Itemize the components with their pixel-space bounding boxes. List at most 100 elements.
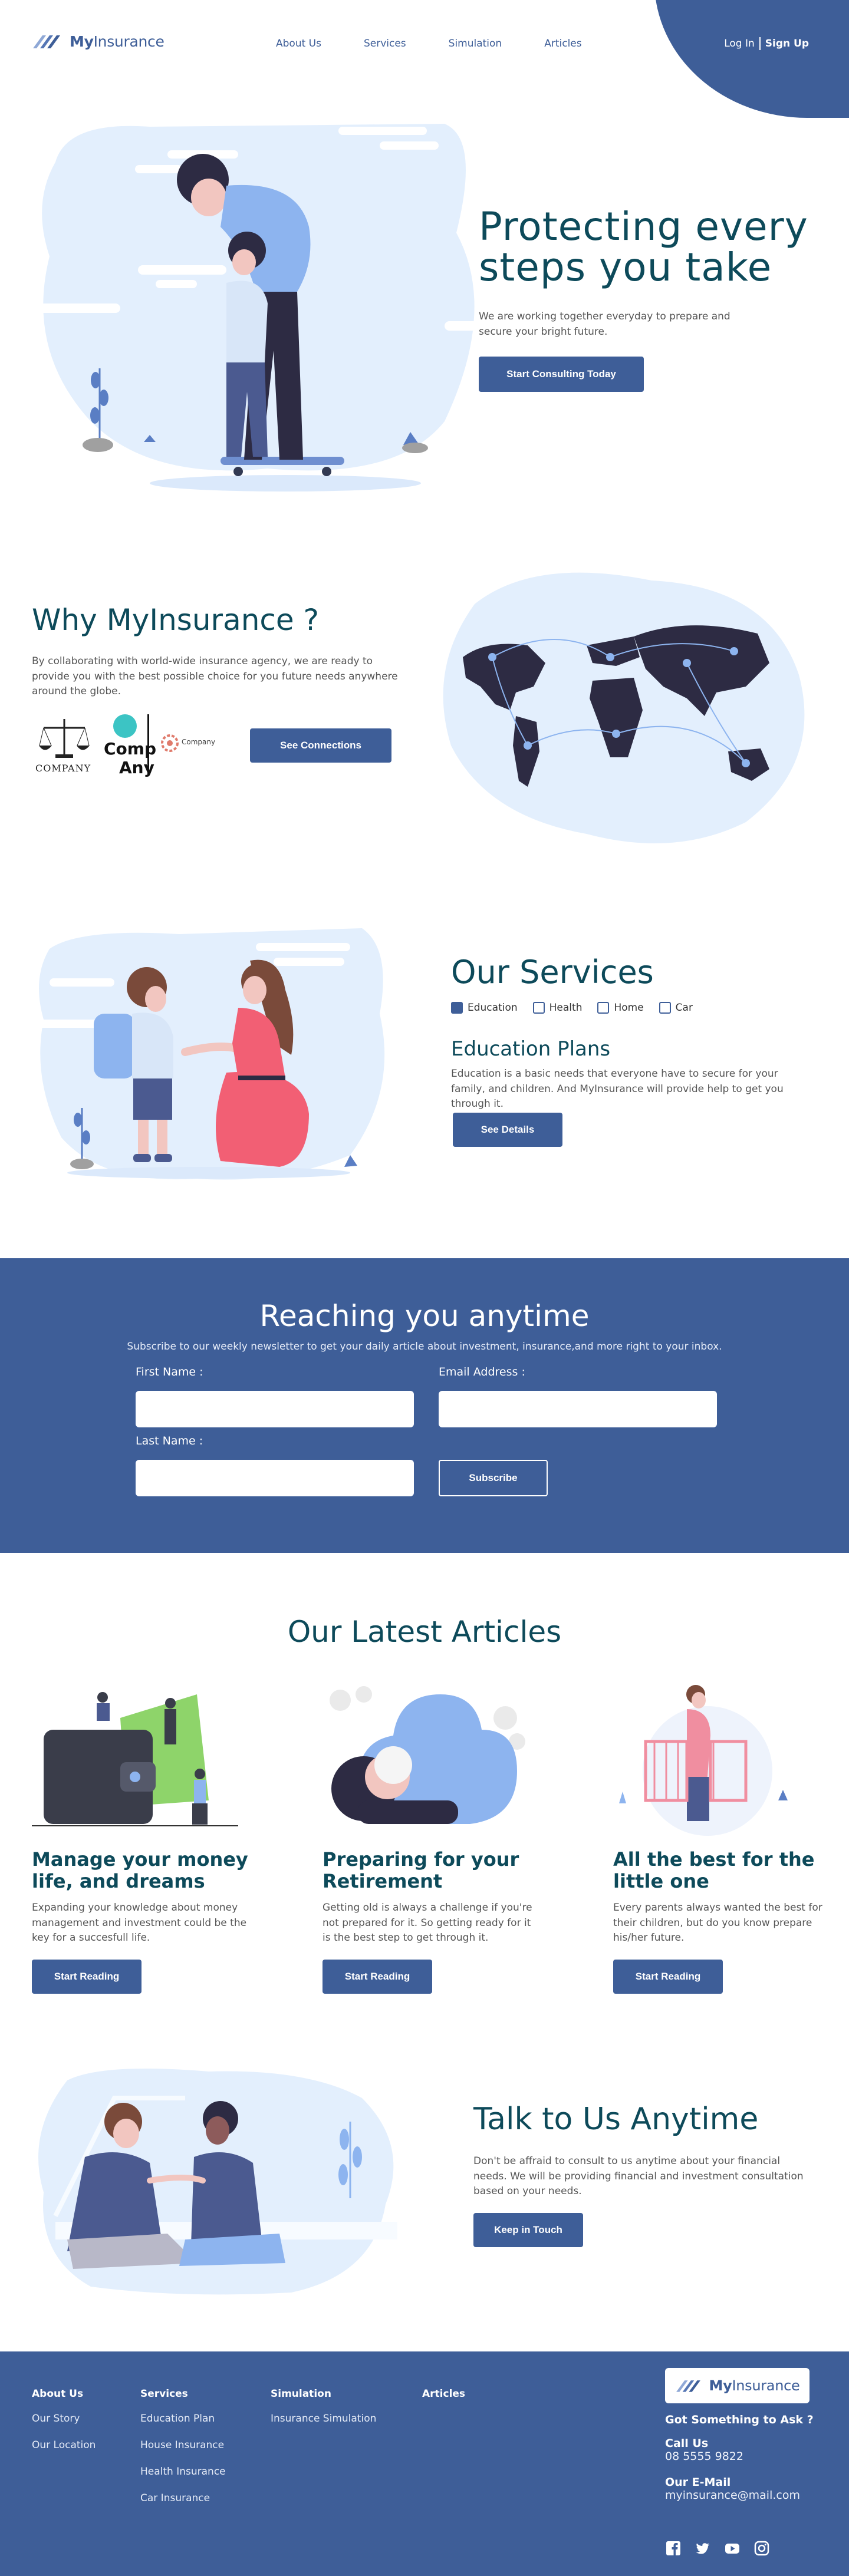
article-text: Getting old is always a challenge if you… (323, 1902, 532, 1944)
auth-links: Log In Sign Up (724, 37, 809, 50)
footer-column-articles: Articles (422, 2388, 465, 2413)
footer-link-health-insurance[interactable]: Health Insurance (140, 2466, 226, 2478)
baby-illustration (619, 1685, 788, 1836)
youtube-icon[interactable] (724, 2540, 741, 2557)
article-card: All the best for the little one Every pa… (613, 1683, 849, 1998)
car-checkbox[interactable] (659, 1002, 671, 1014)
world-map-illustration (443, 572, 805, 843)
email-label: Our E-Mail (665, 2476, 731, 2489)
signup-link[interactable]: Sign Up (765, 38, 809, 50)
subscribe-button[interactable]: Subscribe (439, 1460, 548, 1496)
login-link[interactable]: Log In (724, 38, 755, 50)
footer-link-our-story[interactable]: Our Story (32, 2413, 96, 2425)
footer-heading[interactable]: Services (140, 2388, 226, 2400)
first-name-label: First Name : (136, 1365, 203, 1378)
last-name-label: Last Name : (136, 1434, 203, 1447)
see-details-button[interactable]: See Details (453, 1113, 562, 1147)
why-title: Why MyInsurance ? (32, 603, 320, 637)
logo-mark-icon (33, 35, 60, 48)
logo[interactable]: MyInsurance (32, 31, 164, 52)
nav-item-about-us[interactable]: About Us (276, 38, 321, 50)
tab-car[interactable]: Car (659, 1002, 693, 1014)
footer-link-education-plan[interactable]: Education Plan (140, 2413, 226, 2425)
articles-title: Our Latest Articles (287, 1615, 562, 1649)
tab-home-label: Home (614, 1002, 644, 1014)
hero-subtitle: We are working together everyday to prep… (479, 311, 730, 338)
retirement-illustration (330, 1686, 525, 1824)
tab-home[interactable]: Home (597, 1002, 644, 1014)
nav-item-simulation[interactable]: Simulation (449, 38, 502, 50)
footer-column-about: About Us Our Story Our Location (32, 2388, 96, 2466)
footer-heading[interactable]: Simulation (271, 2388, 376, 2400)
keep-in-touch-button[interactable]: Keep in Touch (473, 2213, 583, 2247)
see-connections-button[interactable]: See Connections (250, 728, 391, 763)
email-field[interactable] (439, 1391, 717, 1427)
partner-2-circle-icon (113, 714, 137, 738)
first-name-field[interactable] (136, 1391, 414, 1427)
plan-title: Education Plans (451, 1037, 611, 1061)
social-links (665, 2540, 770, 2557)
instagram-icon[interactable] (753, 2540, 770, 2557)
footer-link-our-location[interactable]: Our Location (32, 2439, 96, 2451)
footer-link-house-insurance[interactable]: House Insurance (140, 2439, 226, 2451)
plan-text: Education is a basic needs that everyone… (451, 1068, 784, 1110)
nav-item-services[interactable]: Services (364, 38, 406, 50)
article-heading: All the best for the little one (613, 1848, 815, 1892)
footer-contact: Got Something to Ask ? Call Us 08 5555 9… (665, 2413, 842, 2515)
page: MyInsurance About Us Services Simulation… (0, 0, 849, 2576)
footer-logo[interactable]: MyInsurance (665, 2368, 809, 2403)
start-consulting-button[interactable]: Start Consulting Today (479, 357, 644, 392)
talk-text: Don't be affraid to consult to us anytim… (473, 2155, 804, 2197)
footer-heading[interactable]: Articles (422, 2388, 465, 2400)
tab-health[interactable]: Health (532, 1002, 583, 1014)
article-card: Manage your money life, and dreams Expan… (32, 1683, 268, 1998)
talk-title: Talk to Us Anytime (473, 2102, 759, 2137)
footer: About Us Our Story Our Location Services… (0, 2351, 849, 2576)
flower-icon (161, 734, 179, 752)
footer-link-insurance-simulation[interactable]: Insurance Simulation (271, 2413, 376, 2425)
tab-health-label: Health (549, 1002, 583, 1014)
partner-1-name: COMPANY (35, 763, 91, 774)
education-checkbox[interactable] (451, 1002, 463, 1014)
logo-text: MyInsurance (70, 32, 164, 50)
auth-divider (759, 37, 761, 50)
partner-logos: COMPANY Comp Any Company (32, 713, 232, 778)
newsletter-section: Reaching you anytime Subscribe to our we… (0, 1258, 849, 1553)
home-checkbox[interactable] (597, 1002, 610, 1014)
consultation-illustration (38, 2069, 397, 2295)
logo-mark-icon (676, 2380, 700, 2392)
tab-car-label: Car (675, 1002, 693, 1014)
start-reading-button[interactable]: Start Reading (32, 1960, 142, 1994)
footer-link-car-insurance[interactable]: Car Insurance (140, 2492, 226, 2504)
newsletter-subtitle: Subscribe to our weekly newsletter to ge… (127, 1341, 722, 1353)
contact-heading: Got Something to Ask ? (665, 2413, 814, 2426)
header: MyInsurance About Us Services Simulation… (0, 0, 849, 118)
nav-item-articles[interactable]: Articles (544, 38, 581, 50)
article-heading: Preparing for your Retirement (323, 1848, 519, 1892)
last-name-field[interactable] (136, 1460, 414, 1496)
article-card: Preparing for your Retirement Getting ol… (323, 1683, 558, 1998)
facebook-icon[interactable] (665, 2540, 682, 2557)
partner-divider (147, 714, 149, 776)
article-text: Every parents always wanted the best for… (613, 1902, 822, 1944)
services-title: Our Services (451, 954, 654, 991)
why-subtitle: By collaborating with world-wide insuran… (32, 655, 398, 697)
footer-logo-text: MyInsurance (709, 2377, 800, 2394)
start-reading-button[interactable]: Start Reading (613, 1960, 723, 1994)
call-value[interactable]: 08 5555 9822 (665, 2450, 842, 2463)
twitter-icon[interactable] (695, 2540, 711, 2557)
tab-education[interactable]: Education (451, 1002, 518, 1014)
health-checkbox[interactable] (532, 1002, 545, 1014)
start-reading-button[interactable]: Start Reading (323, 1960, 432, 1994)
header-corner-shape (654, 0, 849, 118)
article-text: Expanding your knowledge about money man… (32, 1902, 247, 1944)
email-value[interactable]: myinsurance@mail.com (665, 2489, 842, 2502)
hero-father-son-illustration (32, 124, 521, 492)
newsletter-title: Reaching you anytime (259, 1299, 590, 1333)
footer-column-simulation: Simulation Insurance Simulation (271, 2388, 376, 2439)
call-label: Call Us (665, 2437, 709, 2450)
tab-education-label: Education (468, 1002, 518, 1014)
main-nav: About Us Services Simulation Articles (276, 38, 582, 50)
footer-heading[interactable]: About Us (32, 2388, 96, 2400)
hero-title: Protecting every steps you take (479, 204, 808, 291)
